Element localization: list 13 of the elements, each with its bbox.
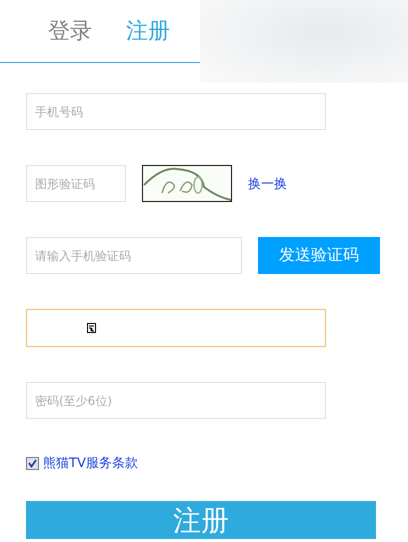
terms-checkbox[interactable]: [26, 456, 39, 470]
input-field[interactable]: [26, 309, 326, 347]
password-field[interactable]: 密码(至少6位): [26, 382, 326, 419]
refresh-link[interactable]: 换一换: [248, 174, 287, 192]
tab[interactable]: 注册: [126, 16, 170, 46]
sms-code-field[interactable]: 请输入手机验证码: [26, 237, 242, 274]
tab[interactable]: 登录: [48, 16, 92, 46]
send-code-button[interactable]: 发送验证码: [258, 237, 380, 274]
captcha-field[interactable]: 图形验证码: [26, 165, 126, 202]
phone-field[interactable]: 手机号码: [26, 93, 326, 130]
terms-link[interactable]: 熊猫TV服务条款: [43, 454, 138, 472]
register-button[interactable]: 注册: [26, 501, 376, 539]
input-method-icon: [87, 323, 96, 333]
